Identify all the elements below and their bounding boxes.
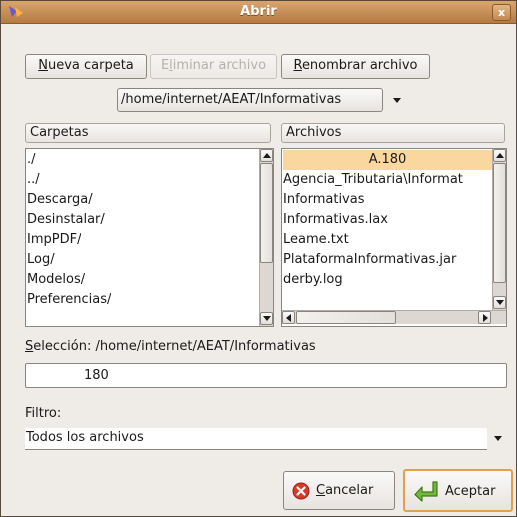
filter-value: Todos los archivos	[26, 430, 144, 445]
folders-header[interactable]: Carpetas	[25, 123, 271, 143]
path-combo[interactable]: /home/internet/AEAT/Informativas	[117, 88, 383, 112]
file-item[interactable]: Leame.txt	[283, 230, 492, 250]
new-folder-mnemonic: N	[38, 58, 48, 73]
folder-item[interactable]: Preferencias/	[27, 290, 111, 310]
selection-value: 180	[84, 368, 109, 383]
path-value: /home/internet/AEAT/Informativas	[121, 92, 342, 107]
selection-input[interactable]: 180	[25, 363, 507, 388]
arrow-down-icon	[496, 300, 504, 305]
scroll-down-button[interactable]	[260, 312, 273, 325]
scroll-thumb[interactable]	[260, 163, 273, 263]
file-item[interactable]: PlataformaInformativas.jar	[283, 250, 492, 270]
accept-label: Aceptar	[445, 484, 496, 499]
folder-item[interactable]: Log/	[27, 250, 55, 270]
folder-item[interactable]: Descarga/	[27, 190, 93, 210]
arrow-right-icon	[483, 314, 488, 322]
files-list[interactable]: A.180 Agencia_Tributaria\Informat Inform…	[281, 148, 507, 327]
folder-item[interactable]: ../	[27, 170, 40, 190]
scroll-left-button[interactable]	[282, 311, 295, 324]
selection-path: elección: /home/internet/AEAT/Informativ…	[33, 339, 316, 354]
close-icon: x	[497, 6, 506, 19]
folders-scrollbar[interactable]	[259, 149, 273, 326]
rename-file-label: enombrar archivo	[301, 58, 418, 73]
folder-item[interactable]: Modelos/	[27, 270, 85, 290]
files-header[interactable]: Archivos	[281, 123, 505, 143]
delete-file-label: iminar archivo	[172, 58, 267, 73]
files-vertical-scrollbar[interactable]	[492, 149, 506, 310]
filter-label: Filtro:	[25, 406, 62, 421]
window-title: Abrir	[240, 4, 277, 19]
scroll-thumb[interactable]	[493, 163, 506, 283]
delete-file-button[interactable]: Eliminar archivo	[150, 54, 277, 79]
scroll-up-button[interactable]	[493, 149, 506, 162]
arrow-down-icon	[263, 316, 271, 321]
cancel-icon	[292, 482, 310, 500]
open-file-dialog: Abrir x Nueva carpeta Eliminar archivo R…	[0, 0, 517, 517]
accept-button[interactable]: Aceptar	[403, 469, 513, 512]
scroll-down-button[interactable]	[493, 296, 506, 309]
enter-arrow-icon	[414, 481, 438, 502]
new-folder-button[interactable]: Nueva carpeta	[25, 54, 147, 79]
file-item[interactable]: derby.log	[283, 270, 492, 290]
cancel-label: Cancelar	[316, 483, 374, 498]
cancel-button[interactable]: Cancelar	[283, 471, 395, 510]
filter-combo[interactable]: Todos los archivos	[25, 428, 487, 450]
rename-file-mnemonic: R	[293, 58, 302, 73]
file-item-selected[interactable]: A.180	[283, 150, 492, 170]
title-bar[interactable]: Abrir x	[1, 1, 516, 24]
files-horizontal-scrollbar[interactable]	[282, 310, 506, 324]
folder-item[interactable]: ./	[27, 150, 36, 170]
folder-item[interactable]: Desinstalar/	[27, 210, 105, 230]
file-item[interactable]: Informativas	[283, 190, 492, 210]
file-item[interactable]: Agencia_Tributaria\Informat	[283, 170, 492, 190]
file-item[interactable]: Informativas.lax	[283, 210, 492, 230]
new-folder-label: ueva carpeta	[47, 58, 134, 73]
arrow-up-icon	[496, 153, 504, 158]
rename-file-button[interactable]: Renombrar archivo	[281, 54, 430, 79]
close-button[interactable]: x	[492, 4, 511, 21]
folder-item[interactable]: ImpPDF/	[27, 230, 81, 250]
selection-label: Selección: /home/internet/AEAT/Informati…	[25, 339, 316, 354]
scroll-thumb[interactable]	[296, 311, 396, 324]
delete-file-prefix: E	[160, 58, 170, 73]
arrow-left-icon	[286, 314, 291, 322]
scroll-up-button[interactable]	[260, 149, 273, 162]
chevron-down-icon[interactable]	[393, 98, 401, 103]
chevron-down-icon[interactable]	[494, 436, 502, 441]
arrow-up-icon	[263, 153, 271, 158]
scroll-right-button[interactable]	[478, 311, 491, 324]
folders-list[interactable]: ./ ../ Descarga/ Desinstalar/ ImpPDF/ Lo…	[25, 148, 274, 327]
